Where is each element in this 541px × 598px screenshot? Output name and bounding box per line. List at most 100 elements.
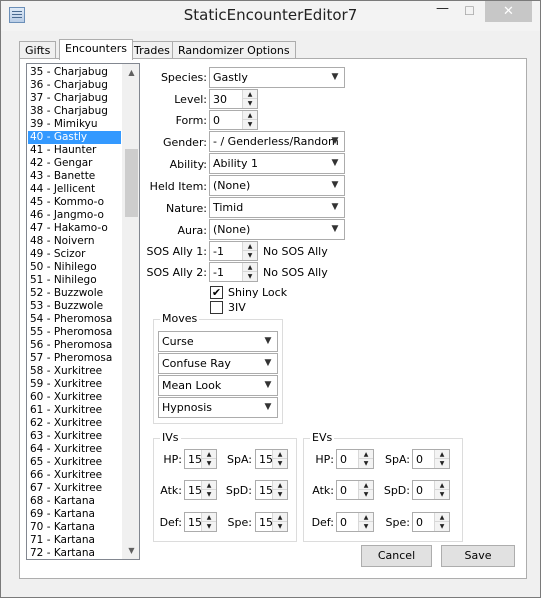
spin-up-icon[interactable]: ▲ bbox=[243, 90, 257, 99]
list-item[interactable]: 37 - Charjabug bbox=[28, 92, 121, 105]
list-item[interactable]: 51 - Nihilego bbox=[28, 274, 121, 287]
move-4-select[interactable]: Hypnosis ▼ bbox=[158, 397, 278, 418]
list-item[interactable]: 65 - Xurkitree bbox=[28, 456, 121, 469]
gender-select[interactable]: - / Genderless/Random ▼ bbox=[209, 131, 345, 152]
list-item[interactable]: 52 - Buzzwole bbox=[28, 287, 121, 300]
tab-trades[interactable]: Trades bbox=[128, 41, 176, 59]
sos-ally-2-stepper[interactable]: -1 ▲ ▼ bbox=[209, 262, 258, 282]
spin-down-icon[interactable]: ▼ bbox=[273, 490, 287, 499]
save-button[interactable]: Save bbox=[441, 545, 515, 567]
iv-spa-stepper[interactable]: 15 ▲ ▼ bbox=[255, 449, 288, 469]
list-item[interactable]: 35 - Charjabug bbox=[28, 66, 121, 79]
spin-down-icon[interactable]: ▼ bbox=[202, 490, 216, 499]
list-item[interactable]: 59 - Xurkitree bbox=[28, 378, 121, 391]
list-item[interactable]: 43 - Banette bbox=[28, 170, 121, 183]
list-item[interactable]: 48 - Noivern bbox=[28, 235, 121, 248]
ev-hp-stepper[interactable]: 0 ▲ ▼ bbox=[336, 449, 374, 469]
list-item[interactable]: 68 - Kartana bbox=[28, 495, 121, 508]
spin-down-icon[interactable]: ▼ bbox=[273, 522, 287, 531]
spin-up-icon[interactable]: ▲ bbox=[273, 450, 287, 459]
encounter-listbox[interactable]: 35 - Charjabug 36 - Charjabug 37 - Charjab… bbox=[26, 63, 140, 560]
spin-up-icon[interactable]: ▲ bbox=[435, 481, 449, 490]
list-item[interactable]: 70 - Kartana bbox=[28, 521, 121, 534]
spin-down-icon[interactable]: ▼ bbox=[359, 522, 373, 531]
scroll-down-icon[interactable]: ▼ bbox=[123, 542, 139, 559]
list-item[interactable]: 57 - Pheromosa bbox=[28, 352, 121, 365]
list-item[interactable]: 39 - Mimikyu bbox=[28, 118, 121, 131]
spin-down-icon[interactable]: ▼ bbox=[243, 251, 257, 260]
list-item[interactable]: 54 - Pheromosa bbox=[28, 313, 121, 326]
list-item[interactable]: 38 - Charjabug bbox=[28, 105, 121, 118]
list-item[interactable]: 71 - Kartana bbox=[28, 534, 121, 547]
spin-down-icon[interactable]: ▼ bbox=[202, 459, 216, 468]
ev-spd-stepper[interactable]: 0 ▲ ▼ bbox=[412, 480, 450, 500]
tab-encounters[interactable]: Encounters bbox=[59, 39, 133, 60]
list-item[interactable]: 64 - Xurkitree bbox=[28, 443, 121, 456]
spin-up-icon[interactable]: ▲ bbox=[243, 263, 257, 272]
ev-atk-stepper[interactable]: 0 ▲ ▼ bbox=[336, 480, 374, 500]
ev-spa-stepper[interactable]: 0 ▲ ▼ bbox=[412, 449, 450, 469]
ability-select[interactable]: Ability 1 ▼ bbox=[209, 153, 345, 174]
list-item[interactable]: 62 - Xurkitree bbox=[28, 417, 121, 430]
spin-up-icon[interactable]: ▲ bbox=[273, 513, 287, 522]
move-1-select[interactable]: Curse ▼ bbox=[158, 331, 278, 352]
list-item[interactable]: 63 - Xurkitree bbox=[28, 430, 121, 443]
iv-spd-stepper[interactable]: 15 ▲ ▼ bbox=[255, 480, 288, 500]
list-item[interactable]: 44 - Jellicent bbox=[28, 183, 121, 196]
spin-down-icon[interactable]: ▼ bbox=[243, 272, 257, 281]
spin-up-icon[interactable]: ▲ bbox=[359, 450, 373, 459]
three-iv-checkbox[interactable] bbox=[210, 301, 223, 314]
list-item[interactable]: 46 - Jangmo-o bbox=[28, 209, 121, 222]
iv-spe-stepper[interactable]: 15 ▲ ▼ bbox=[255, 512, 288, 532]
list-item[interactable]: 58 - Xurkitree bbox=[28, 365, 121, 378]
nature-select[interactable]: Timid ▼ bbox=[209, 197, 345, 218]
iv-hp-stepper[interactable]: 15 ▲ ▼ bbox=[184, 449, 217, 469]
minimize-button[interactable]: — bbox=[429, 1, 456, 22]
held-item-select[interactable]: (None) ▼ bbox=[209, 175, 345, 196]
spin-up-icon[interactable]: ▲ bbox=[243, 111, 257, 120]
form-stepper[interactable]: 0 ▲ ▼ bbox=[209, 110, 258, 130]
cancel-button[interactable]: Cancel bbox=[361, 545, 432, 567]
spin-up-icon[interactable]: ▲ bbox=[359, 481, 373, 490]
spin-up-icon[interactable]: ▲ bbox=[202, 481, 216, 490]
iv-def-stepper[interactable]: 15 ▲ ▼ bbox=[184, 512, 217, 532]
tab-randomizer-options[interactable]: Randomizer Options bbox=[172, 41, 296, 59]
move-2-select[interactable]: Confuse Ray ▼ bbox=[158, 353, 278, 374]
list-item[interactable]: 69 - Kartana bbox=[28, 508, 121, 521]
list-item[interactable]: 61 - Xurkitree bbox=[28, 404, 121, 417]
spin-up-icon[interactable]: ▲ bbox=[435, 450, 449, 459]
list-item[interactable]: 53 - Buzzwole bbox=[28, 300, 121, 313]
shiny-lock-checkbox[interactable]: ✔ bbox=[210, 286, 223, 299]
spin-down-icon[interactable]: ▼ bbox=[435, 459, 449, 468]
spin-up-icon[interactable]: ▲ bbox=[359, 513, 373, 522]
list-item[interactable]: 47 - Hakamo-o bbox=[28, 222, 121, 235]
spin-up-icon[interactable]: ▲ bbox=[243, 242, 257, 251]
move-3-select[interactable]: Mean Look ▼ bbox=[158, 375, 278, 396]
spin-down-icon[interactable]: ▼ bbox=[359, 459, 373, 468]
tab-gifts[interactable]: Gifts bbox=[19, 41, 57, 59]
list-item[interactable]: 45 - Kommo-o bbox=[28, 196, 121, 209]
spin-up-icon[interactable]: ▲ bbox=[273, 481, 287, 490]
list-item[interactable]: 41 - Haunter bbox=[28, 144, 121, 157]
list-scrollbar[interactable]: ▲ ▼ bbox=[122, 64, 139, 559]
species-select[interactable]: Gastly ▼ bbox=[209, 67, 345, 88]
list-item[interactable]: 56 - Pheromosa bbox=[28, 339, 121, 352]
list-item[interactable]: 49 - Scizor bbox=[28, 248, 121, 261]
maximize-button[interactable]: ☐ bbox=[456, 1, 483, 22]
level-stepper[interactable]: 30 ▲ ▼ bbox=[209, 89, 258, 109]
iv-atk-stepper[interactable]: 15 ▲ ▼ bbox=[184, 480, 217, 500]
list-item[interactable]: 42 - Gengar bbox=[28, 157, 121, 170]
close-button[interactable]: ✕ bbox=[485, 1, 532, 22]
list-item[interactable]: 66 - Xurkitree bbox=[28, 469, 121, 482]
list-item[interactable]: 50 - Nihilego bbox=[28, 261, 121, 274]
list-item[interactable]: 60 - Xurkitree bbox=[28, 391, 121, 404]
ev-def-stepper[interactable]: 0 ▲ ▼ bbox=[336, 512, 374, 532]
spin-down-icon[interactable]: ▼ bbox=[359, 490, 373, 499]
sos-ally-1-stepper[interactable]: -1 ▲ ▼ bbox=[209, 241, 258, 261]
spin-down-icon[interactable]: ▼ bbox=[243, 120, 257, 129]
spin-down-icon[interactable]: ▼ bbox=[202, 522, 216, 531]
ev-spe-stepper[interactable]: 0 ▲ ▼ bbox=[412, 512, 450, 532]
list-item[interactable]: 40 - Gastly bbox=[28, 131, 121, 144]
spin-up-icon[interactable]: ▲ bbox=[202, 450, 216, 459]
spin-up-icon[interactable]: ▲ bbox=[202, 513, 216, 522]
